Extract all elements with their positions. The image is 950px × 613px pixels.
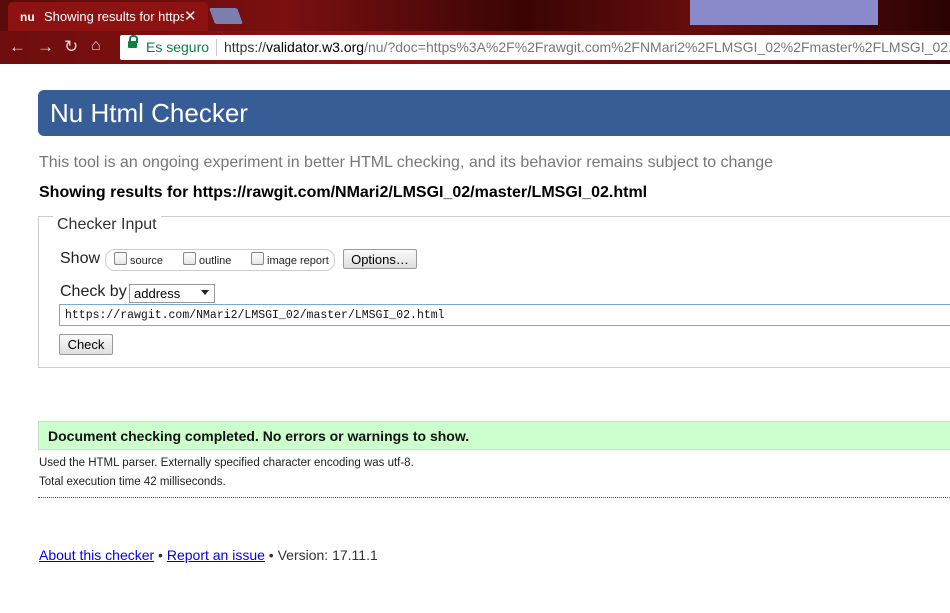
browser-tab-active[interactable]: nu Showing results for https://rawgit.co… — [8, 2, 208, 31]
url-prefix: https:// — [224, 39, 267, 55]
browser-toolbar: ← → ↻ ⌂ Es seguro https://validator.w3.o… — [0, 31, 950, 64]
options-button[interactable]: Options… — [343, 249, 417, 269]
about-checker-link[interactable]: About this checker — [39, 547, 154, 563]
address-url[interactable]: https://validator.w3.org/nu/?doc=https%3… — [224, 39, 950, 55]
parser-info: Used the HTML parser. Externally specifi… — [39, 457, 414, 469]
outline-checkbox-label[interactable]: outline — [199, 255, 231, 267]
tab-title: Showing results for https://rawgit.com/N… — [44, 9, 184, 24]
dropdown-arrow-icon — [201, 290, 209, 295]
secure-label: Es seguro — [146, 39, 210, 55]
outline-checkbox[interactable] — [183, 252, 196, 265]
show-options-group: source outline image report — [105, 249, 335, 271]
check-button[interactable]: Check — [59, 334, 113, 355]
check-by-value: address — [134, 286, 181, 301]
back-arrow-icon[interactable]: ← — [9, 37, 26, 57]
page-footer: About this checker • Report an issue • V… — [39, 547, 378, 563]
tab-close-icon[interactable]: ✕ — [184, 7, 197, 25]
browser-tab-strip: nu Showing results for https://rawgit.co… — [0, 0, 950, 31]
background-image-decoration — [690, 0, 878, 25]
lock-icon — [128, 35, 138, 48]
results-heading: Showing results for https://rawgit.com/N… — [39, 184, 648, 201]
check-by-select[interactable]: address — [129, 284, 215, 303]
report-issue-link[interactable]: Report an issue — [167, 547, 265, 563]
forward-arrow-icon[interactable]: → — [37, 37, 54, 57]
page-banner: Nu Html Checker — [38, 90, 950, 136]
image-report-checkbox-label[interactable]: image report — [267, 255, 329, 267]
show-label: Show — [60, 250, 101, 267]
document-url-input[interactable] — [59, 304, 950, 326]
checker-input-legend: Checker Input — [53, 216, 161, 234]
footer-separator: • — [154, 547, 167, 563]
url-host: validator.w3.org — [266, 39, 365, 55]
check-by-label: Check by — [60, 283, 127, 300]
home-icon[interactable]: ⌂ — [91, 37, 101, 55]
success-message: Document checking completed. No errors o… — [48, 428, 470, 444]
execution-time: Total execution time 42 milliseconds. — [39, 476, 226, 488]
page-title: Nu Html Checker — [50, 98, 248, 128]
source-checkbox[interactable] — [114, 252, 127, 265]
results-divider — [38, 497, 950, 498]
version-text: • Version: 17.11.1 — [264, 547, 378, 563]
new-tab-button[interactable] — [209, 8, 243, 24]
reload-icon[interactable]: ↻ — [64, 37, 78, 57]
url-path: /nu/?doc=https%3A%2F%2Frawgit.com%2FNMar… — [364, 39, 950, 55]
success-message-box: Document checking completed. No errors o… — [38, 421, 950, 450]
nu-favicon-icon: nu — [20, 10, 35, 24]
page-tagline: This tool is an ongoing experiment in be… — [39, 154, 774, 171]
address-separator — [216, 39, 217, 56]
address-bar[interactable]: Es seguro https://validator.w3.org/nu/?d… — [120, 35, 950, 60]
image-report-checkbox[interactable] — [251, 252, 264, 265]
source-checkbox-label[interactable]: source — [130, 255, 163, 267]
checker-input-fieldset: Checker Input Show source outline image … — [38, 216, 950, 368]
